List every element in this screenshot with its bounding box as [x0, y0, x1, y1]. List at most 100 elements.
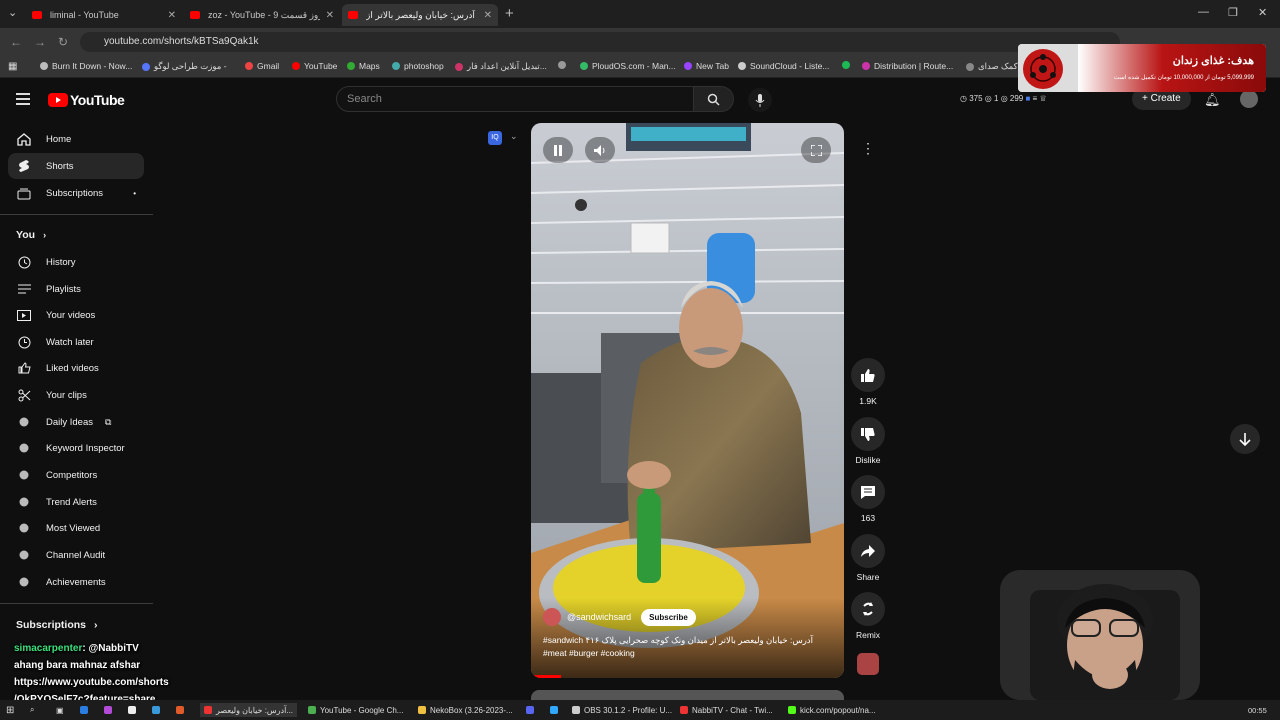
next-short-button[interactable]	[1230, 424, 1260, 454]
share-button[interactable]	[851, 534, 885, 568]
pinned-app-icon[interactable]	[526, 703, 538, 717]
bookmark-item[interactable]: SoundCloud - Liste...	[738, 61, 829, 71]
comments-button[interactable]	[851, 475, 885, 509]
pinned-app-icon[interactable]	[550, 703, 562, 717]
sidebar-item-competitors[interactable]: Competitors	[8, 462, 144, 488]
channel-name[interactable]: @sandwichsard	[567, 612, 631, 622]
bookmark-item[interactable]: تبدیل آنلاین اعداد فار...	[455, 61, 547, 72]
share-action[interactable]: Share	[848, 534, 888, 582]
search-button[interactable]	[694, 86, 734, 112]
remix-action[interactable]: Remix	[848, 592, 888, 640]
channel-avatar[interactable]	[543, 608, 561, 626]
youtube-logo[interactable]: YouTube	[48, 92, 125, 108]
dislike-button[interactable]	[851, 417, 885, 451]
sidebar-item-home[interactable]: Home	[8, 126, 144, 152]
browser-tab[interactable]: liminal - YouTube ✕	[26, 4, 182, 26]
remix-button[interactable]	[851, 592, 885, 626]
bookmark-item[interactable]: Maps	[347, 61, 380, 71]
windows-start-icon[interactable]: ⊞	[6, 703, 14, 717]
like-button[interactable]	[851, 358, 885, 392]
bookmark-item[interactable]: YouTube	[292, 61, 337, 71]
maximize-icon[interactable]: ❐	[1228, 6, 1238, 19]
sidebar-subscriptions-header[interactable]: Subscriptions ›	[8, 612, 144, 638]
pinned-app-icon[interactable]	[104, 703, 116, 717]
taskbar-item[interactable]: NekoBox (3.26-2023-...	[418, 703, 513, 717]
extension-stats: ◷ 375 ◎ 1 ◎ 299 ■ ≡ ♕	[960, 94, 1047, 103]
close-window-icon[interactable]: ✕	[1258, 6, 1267, 19]
dislike-action[interactable]: Dislike	[848, 417, 888, 465]
close-tab-icon[interactable]: ✕	[168, 10, 176, 21]
trophy-icon[interactable]: ♕	[1039, 94, 1046, 103]
sidebar-item-your-clips[interactable]: Your clips	[8, 382, 144, 408]
remix-label: Remix	[855, 630, 881, 640]
sidebar-item-achievements[interactable]: Achievements	[8, 569, 144, 595]
subscribe-button[interactable]: Subscribe	[641, 608, 696, 626]
taskbar-item[interactable]: kick.com/popout/na...	[788, 703, 876, 717]
sidebar-item-playlists[interactable]: Playlists	[8, 276, 144, 302]
pause-button[interactable]	[543, 137, 573, 163]
shorts-video-player[interactable]: @sandwichsard Subscribe #sandwich آدرس: …	[531, 123, 844, 678]
more-options-icon[interactable]: ⋮	[857, 137, 879, 159]
bookmark-item[interactable]: Gmail	[245, 61, 279, 71]
next-short-preview[interactable]	[531, 690, 844, 700]
bookmark-item[interactable]: کمک صدای...	[966, 61, 1025, 72]
bookmark-item[interactable]: موزت طراحی لوگو -	[142, 61, 227, 72]
pinned-app-icon[interactable]	[80, 703, 92, 717]
sidebar-you-header[interactable]: You ›	[8, 222, 144, 248]
like-action[interactable]: 1.9K	[848, 358, 888, 406]
sidebar-item-your-videos[interactable]: Your videos	[8, 302, 144, 328]
close-tab-icon[interactable]: ✕	[326, 10, 334, 21]
bookmark-item[interactable]: photoshop	[392, 61, 444, 71]
sidebar-item-history[interactable]: History	[8, 249, 144, 275]
sidebar-item-liked-videos[interactable]: Liked videos	[8, 355, 144, 381]
browser-tab-active[interactable]: آدرس: خیابان ولیعصر بالاتر از ✕	[342, 4, 498, 26]
avatar[interactable]	[1240, 90, 1258, 108]
comments-action[interactable]: 163	[848, 475, 888, 523]
voice-search-button[interactable]	[748, 88, 772, 112]
bookmark-item[interactable]: New Tab	[684, 61, 729, 71]
taskview-icon[interactable]: ▣	[56, 703, 64, 717]
url-input[interactable]: youtube.com/shorts/kBTSa9Qak1k	[80, 32, 1120, 52]
sidebar-item-watch-later[interactable]: Watch later	[8, 329, 144, 355]
minimize-icon[interactable]: —	[1198, 6, 1209, 18]
sidebar-item-channel-audit[interactable]: Channel Audit	[8, 542, 144, 568]
sidebar-item-trend-alerts[interactable]: Trend Alerts	[8, 489, 144, 515]
vidiq-toggle-icon[interactable]: IQ	[488, 131, 502, 145]
bookmark-item[interactable]: PloudOS.com - Man...	[580, 61, 676, 71]
sidebar-item-keyword-inspector[interactable]: Keyword Inspector	[8, 435, 144, 461]
bookmark-item[interactable]	[842, 61, 854, 69]
progress-bar[interactable]	[531, 675, 561, 678]
taskbar-item[interactable]: OBS 30.1.2 - Profile: U...	[572, 703, 672, 717]
bookmark-item[interactable]: Distribution | Route...	[862, 61, 953, 71]
bookmark-item[interactable]	[558, 61, 570, 69]
pinned-app-icon[interactable]	[152, 703, 164, 717]
new-tab-icon[interactable]: +	[505, 5, 514, 22]
taskbar-item[interactable]: آدرس: خیابان ولیعصر...	[200, 703, 298, 717]
search-input[interactable]: Search	[336, 86, 694, 112]
extension-icon[interactable]: ■	[1025, 94, 1032, 103]
pinned-app-icon[interactable]	[128, 703, 140, 717]
sidebar-item-subscriptions[interactable]: Subscriptions •	[8, 180, 144, 206]
taskbar-item[interactable]: NabbiTV - Chat - Twi...	[680, 703, 773, 717]
pinned-app-icon[interactable]	[176, 703, 188, 717]
sidebar-item-daily-ideas[interactable]: Daily Ideas ⧉	[8, 409, 144, 435]
notifications-icon[interactable]: 🔔︎	[1204, 92, 1221, 108]
back-icon[interactable]: ←	[10, 35, 22, 49]
tab-search-icon[interactable]: ⌄	[8, 6, 17, 19]
browser-tab[interactable]: zoz - YouTube - 9 زن روز قسمت ✕	[184, 4, 340, 26]
close-tab-icon[interactable]: ✕	[484, 10, 492, 21]
chevron-down-icon[interactable]: ⌄	[510, 131, 518, 142]
forward-icon[interactable]: →	[34, 35, 46, 49]
hashtags-link[interactable]: #meat #burger #cooking	[543, 647, 823, 660]
sidebar-item-most-viewed[interactable]: Most Viewed	[8, 515, 144, 541]
sidebar-item-shorts[interactable]: Shorts	[8, 153, 144, 179]
taskbar-item[interactable]: YouTube - Google Ch...	[308, 703, 403, 717]
apps-icon[interactable]: ▦	[8, 61, 17, 72]
sound-thumbnail[interactable]	[857, 653, 879, 675]
menu-icon[interactable]	[16, 93, 30, 105]
bookmark-item[interactable]: Burn It Down - Now...	[40, 61, 132, 71]
fullscreen-button[interactable]	[801, 137, 831, 163]
volume-button[interactable]	[585, 137, 615, 163]
search-icon[interactable]: ⌕	[30, 703, 34, 717]
reload-icon[interactable]: ↻	[58, 35, 68, 49]
